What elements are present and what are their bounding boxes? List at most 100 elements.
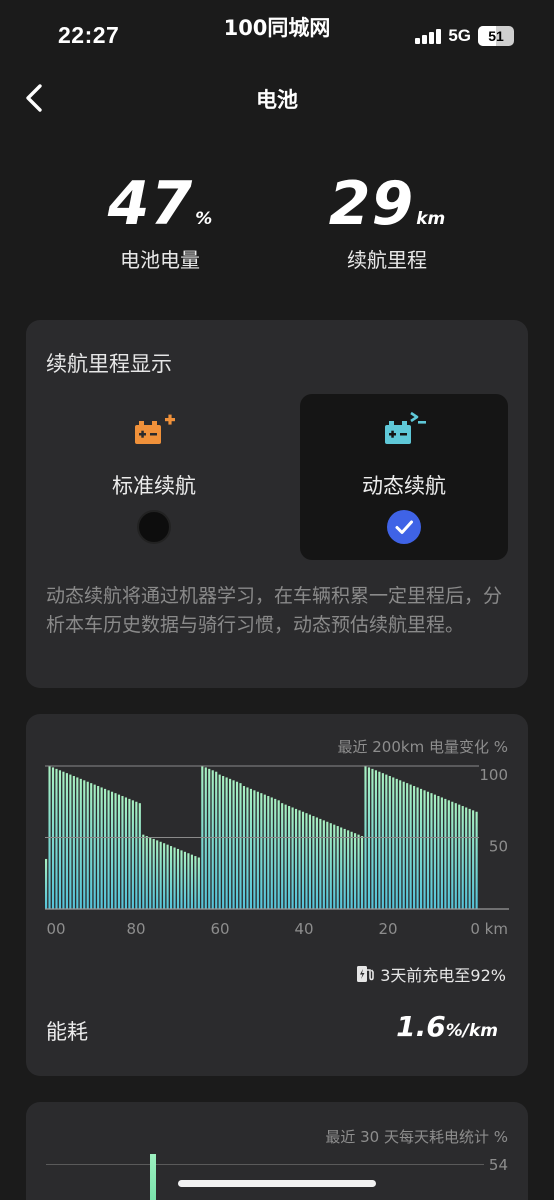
battery-bar <box>176 848 180 909</box>
battery-bar <box>90 783 93 909</box>
battery-bar <box>381 773 384 909</box>
battery-bar <box>208 768 211 909</box>
battery-bar <box>298 810 301 909</box>
daily-gridline <box>46 1164 484 1165</box>
battery-bar <box>288 806 291 909</box>
dynamic-range-option[interactable]: 动态续航 <box>300 394 508 560</box>
battery-icon: 51 <box>478 26 514 46</box>
network-type: 5G <box>448 26 471 45</box>
battery-bar <box>121 796 124 909</box>
battery-bar <box>440 797 443 909</box>
battery-bar <box>242 786 246 909</box>
battery-bar <box>225 777 228 909</box>
battery-bar <box>395 778 398 909</box>
battery-bar <box>305 813 308 909</box>
x-tick-label: 60 <box>210 920 229 938</box>
battery-bar <box>416 787 419 909</box>
battery-bar <box>357 834 360 909</box>
battery-bar <box>152 838 155 909</box>
battery-level-summary: 47% 电池电量 <box>60 168 260 273</box>
battery-bar <box>291 807 294 909</box>
dynamic-range-label: 动态续航 <box>362 474 446 498</box>
battery-bar <box>45 858 48 909</box>
battery-bar <box>350 831 353 909</box>
daily-chart-title: 最近 30 天每天耗电统计 % <box>325 1128 508 1146</box>
battery-bar <box>156 840 159 909</box>
battery-level-unit: % <box>195 209 213 229</box>
battery-bar <box>55 768 58 909</box>
x-tick-label: 0 km <box>470 920 508 938</box>
energy-label: 能耗 <box>46 1020 88 1044</box>
standard-range-option[interactable]: 标准续航 <box>50 394 258 560</box>
battery-bar <box>367 767 371 909</box>
battery-bar <box>267 796 270 909</box>
battery-level-readout: 47% <box>60 168 260 240</box>
battery-bar <box>65 773 68 909</box>
battery-bar <box>461 806 464 909</box>
battery-bar <box>406 783 409 909</box>
battery-bar <box>371 768 374 909</box>
battery-history-card: 最近 200km 电量变化 % 100 50 00 80 60 40 20 0 km 3天前充… <box>26 714 528 1076</box>
battery-bar <box>76 777 79 909</box>
nav-bar: 电池 <box>0 70 554 126</box>
battery-bar <box>385 774 388 909</box>
standard-range-radio[interactable] <box>137 510 171 544</box>
battery-bar <box>458 804 461 909</box>
battery-bar <box>183 851 187 909</box>
battery-bar <box>343 828 346 909</box>
battery-summary: 47% 电池电量 29 km 续航里程 <box>0 168 554 288</box>
battery-bar <box>83 780 86 909</box>
battery-bar <box>131 800 134 909</box>
battery-bar <box>374 770 377 909</box>
battery-bar <box>110 791 114 909</box>
battery-bar <box>138 803 141 909</box>
battery-bar <box>72 776 75 909</box>
range-label: 续航里程 <box>347 248 427 272</box>
battery-bar <box>124 797 128 909</box>
battery-bar <box>354 833 357 909</box>
battery-bar <box>378 771 381 909</box>
battery-bar <box>222 776 225 909</box>
battery-bar <box>79 778 82 909</box>
battery-bar <box>194 856 197 909</box>
range-readout: 29 km <box>287 168 487 240</box>
battery-bar <box>187 853 190 909</box>
battery-bar <box>128 798 131 909</box>
battery-bar <box>104 788 107 909</box>
battery-bar <box>430 793 433 909</box>
battery-bar <box>169 846 173 909</box>
page-title: 电池 <box>256 88 298 112</box>
battery-bar <box>253 790 256 909</box>
battery-history-chart: 100 50 00 80 60 40 20 0 km <box>45 765 509 938</box>
battery-bar <box>211 770 214 909</box>
battery-level-text: 51 <box>488 28 504 44</box>
battery-bar <box>246 787 249 909</box>
range-summary: 29 km 续航里程 <box>287 168 487 273</box>
dynamic-range-radio[interactable] <box>387 510 421 544</box>
battery-bar <box>294 808 298 909</box>
y-tick-label: 100 <box>479 766 508 784</box>
battery-bar <box>360 836 364 909</box>
checkmark-icon <box>395 520 413 534</box>
battery-bar <box>402 781 405 909</box>
battery-bar <box>301 811 305 909</box>
battery-bar <box>322 820 325 909</box>
battery-bar <box>433 794 437 909</box>
battery-bar <box>249 788 252 909</box>
battery-bar <box>308 814 312 909</box>
battery-bar <box>447 800 450 909</box>
battery-bar <box>86 781 89 909</box>
range-display-card: 续航里程显示 标准续航 动态续航 动态续航将通过机器学习，在车辆积累一定里程后，… <box>26 320 528 688</box>
battery-bar <box>437 796 440 909</box>
x-tick-label: 40 <box>294 920 313 938</box>
battery-bar <box>97 786 100 909</box>
battery-bar <box>277 800 280 909</box>
battery-bar <box>117 794 121 909</box>
battery-bar <box>166 844 169 909</box>
battery-bar <box>204 767 207 909</box>
battery-bar <box>197 857 200 909</box>
home-indicator[interactable] <box>178 1180 376 1187</box>
range-unit: km <box>416 209 446 229</box>
battery-bar <box>444 798 447 909</box>
energy-value: 1.6 <box>396 1010 446 1043</box>
